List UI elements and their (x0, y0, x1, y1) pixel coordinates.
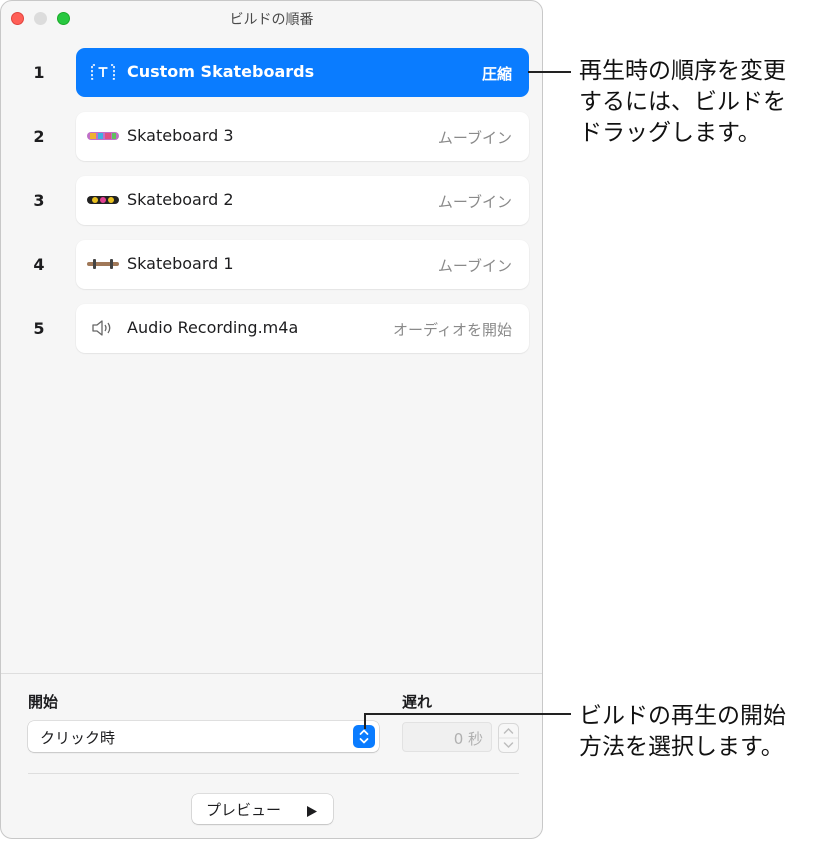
callout-reorder: 再生時の順序を変更 するには、ビルドを ドラッグします。 (579, 56, 829, 149)
callout-leader-line (364, 713, 366, 729)
build-label: Skateboard 1 (127, 254, 234, 273)
build-effect: ムーブイン (437, 193, 512, 211)
title-bar: ビルドの順番 (1, 1, 542, 35)
build-effect: オーディオを開始 (393, 321, 512, 339)
play-icon (305, 803, 319, 817)
speaker-icon (86, 318, 120, 338)
text-box-icon (86, 62, 120, 82)
callout-start-method: ビルドの再生の開始 方法を選択します。 (579, 701, 829, 763)
build-effect: ムーブイン (437, 129, 512, 147)
callout-leader-line (528, 71, 571, 73)
skateboard-2-thumbnail (86, 190, 120, 210)
build-label: Audio Recording.m4a (127, 318, 299, 337)
callout-leader-line (364, 713, 571, 715)
build-number: 4 (33, 255, 45, 274)
callout-line: ドラッグします。 (579, 120, 761, 146)
start-popup-menu[interactable]: クリック時 (28, 721, 379, 752)
delay-field[interactable]: 0 秒 (402, 722, 492, 752)
divider (28, 773, 519, 774)
callout-line: 方法を選択します。 (579, 734, 784, 760)
delay-label: 遅れ (402, 693, 433, 711)
skateboard-3-thumbnail (86, 126, 120, 146)
build-effect: 圧縮 (481, 65, 512, 83)
build-row-custom-skateboards[interactable]: Custom Skateboards 圧縮 (76, 48, 529, 97)
build-label: Custom Skateboards (127, 62, 315, 81)
build-row-skateboard-1[interactable]: Skateboard 1 ムーブイン (76, 240, 529, 289)
build-row-audio-recording[interactable]: Audio Recording.m4a オーディオを開始 (76, 304, 529, 353)
start-label: 開始 (28, 693, 59, 711)
callout-line: するには、ビルドを (579, 89, 786, 115)
delay-stepper[interactable] (498, 723, 519, 753)
build-row-skateboard-3[interactable]: Skateboard 3 ムーブイン (76, 112, 529, 161)
delay-value: 0 秒 (453, 730, 483, 748)
build-effect: ムーブイン (437, 257, 512, 275)
callout-line: ビルドの再生の開始 (579, 703, 786, 729)
callout-line: 再生時の順序を変更 (579, 58, 786, 84)
build-label: Skateboard 3 (127, 126, 234, 145)
window-title: ビルドの順番 (229, 12, 314, 28)
build-row-skateboard-2[interactable]: Skateboard 2 ムーブイン (76, 176, 529, 225)
preview-label: プレビュー (206, 801, 282, 819)
skateboard-1-thumbnail (86, 254, 120, 274)
preview-button[interactable]: プレビュー (192, 794, 333, 824)
build-number: 5 (33, 319, 45, 338)
build-label: Skateboard 2 (127, 190, 234, 209)
start-value: クリック時 (40, 729, 116, 747)
build-settings-panel: 開始 遅れ クリック時 0 秒 プレビュー (1, 673, 542, 838)
build-number: 1 (33, 63, 45, 82)
build-number: 2 (33, 127, 45, 146)
build-number: 3 (33, 191, 45, 210)
